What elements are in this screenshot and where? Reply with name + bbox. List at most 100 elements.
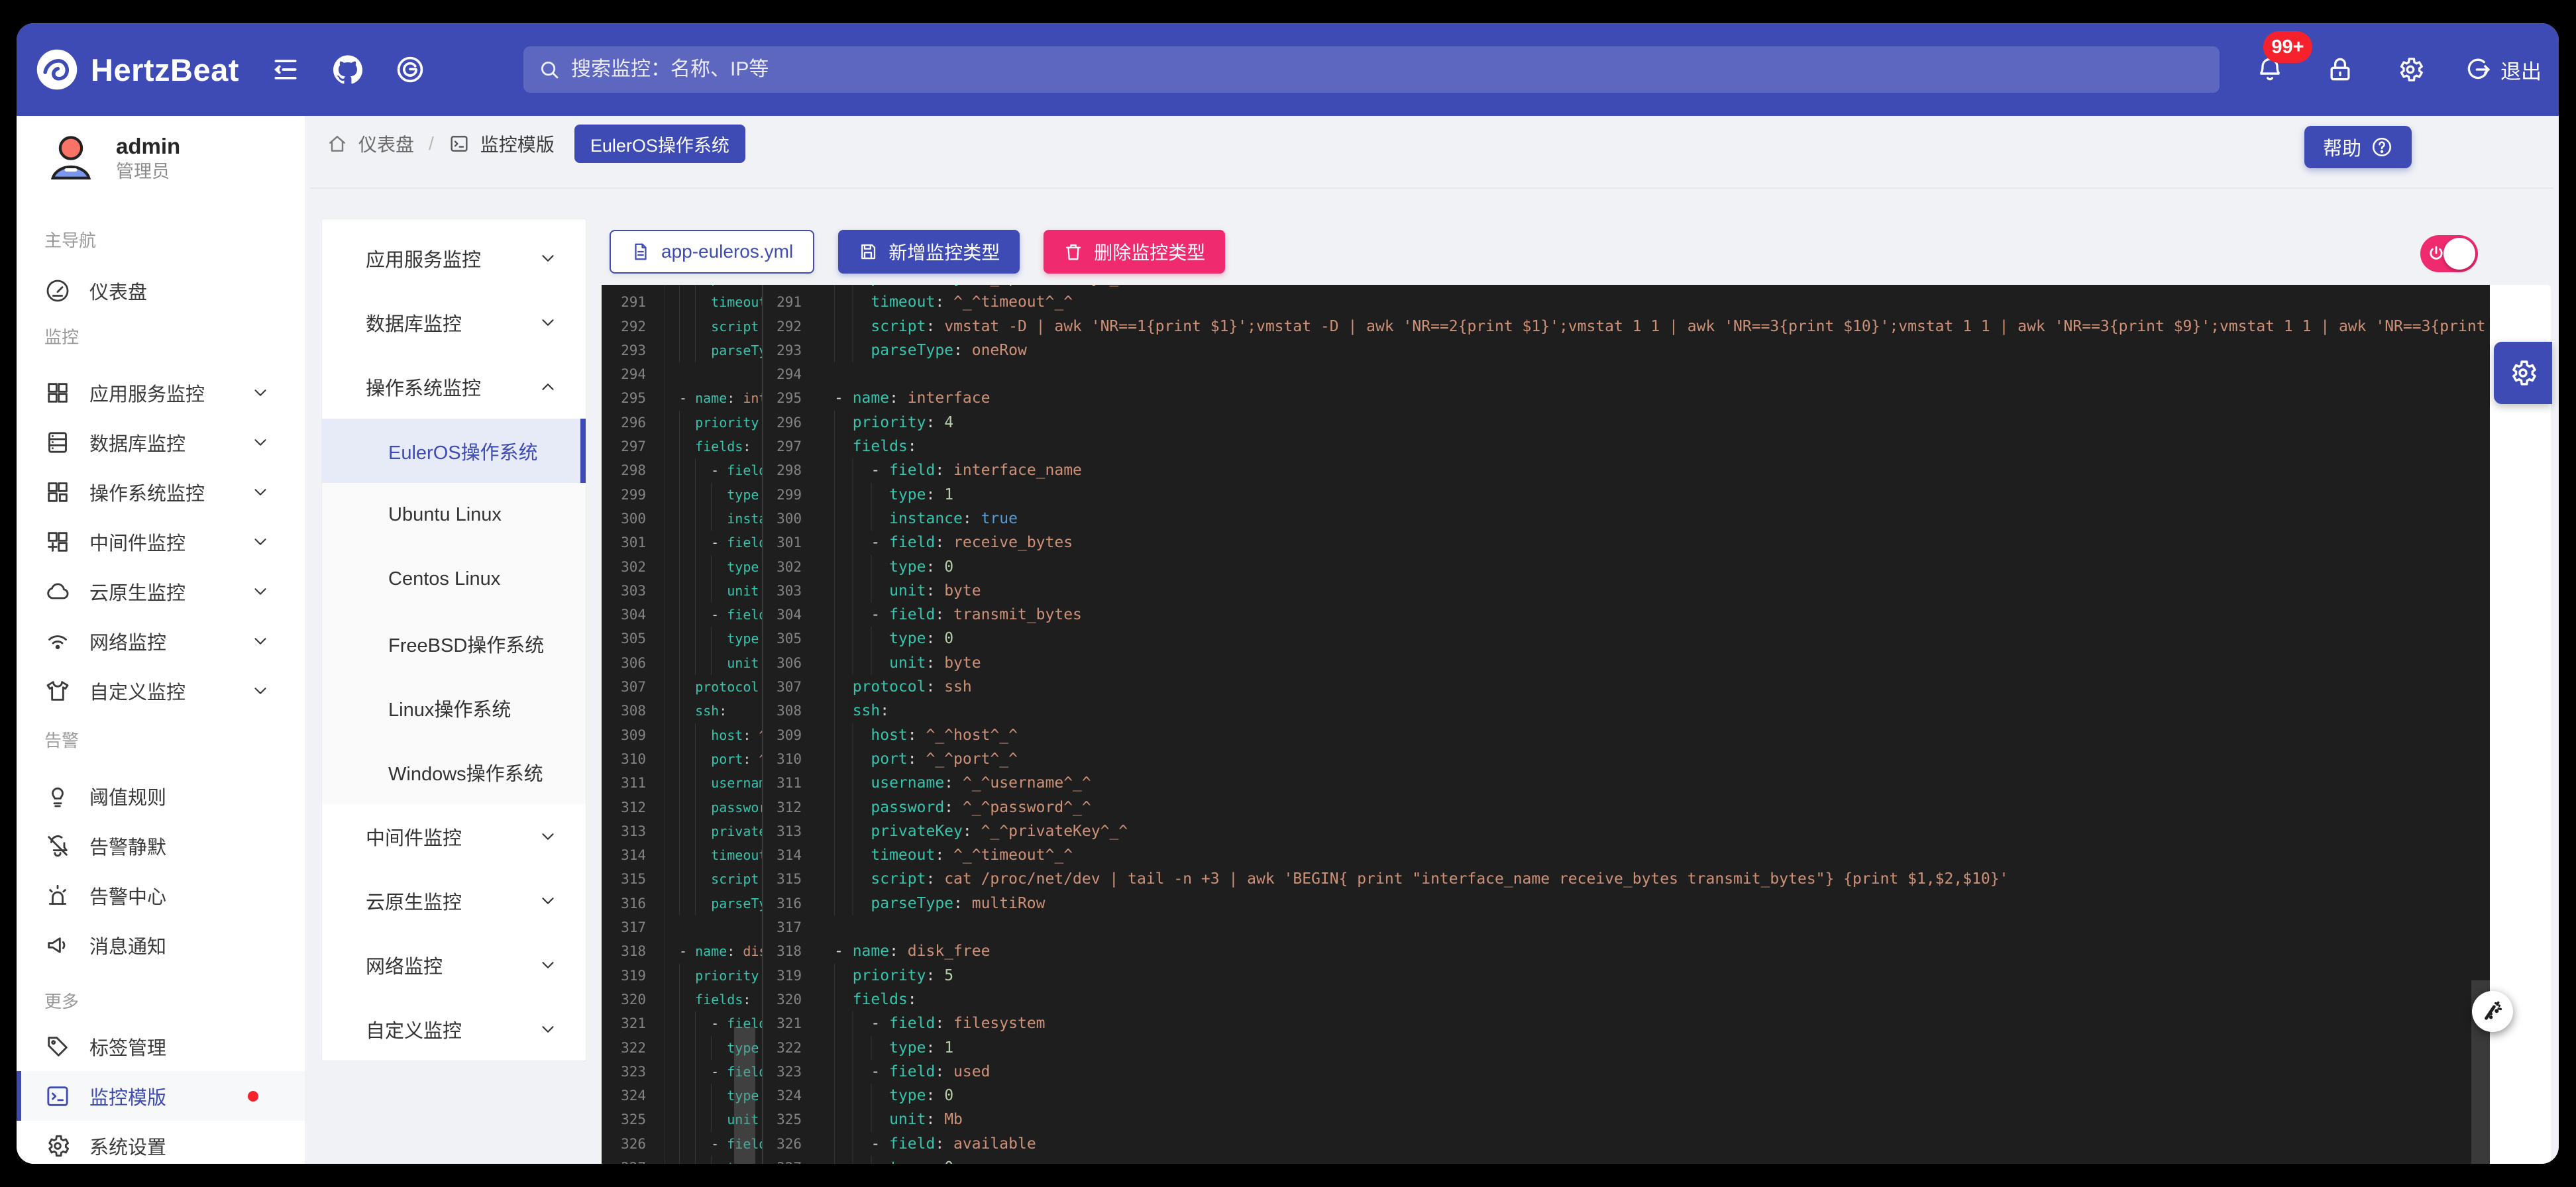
sidebar-item-数据库监控[interactable]: 数据库监控 — [17, 417, 305, 467]
code-line[interactable]: 327 type: 0327 type: 0 — [602, 1156, 2490, 1164]
gitee-icon[interactable] — [394, 54, 426, 85]
code-line[interactable]: 311 username: ^_^username^_^311 username… — [602, 771, 2490, 795]
tree-item-操作系统监控[interactable]: 操作系统监控 — [322, 354, 586, 419]
breadcrumb-home[interactable]: 仪表盘 — [358, 130, 414, 157]
code-line[interactable]: 314 timeout: ^_^timeout^_^314 timeout: ^… — [602, 843, 2490, 867]
delete-monitor-type-button[interactable]: 删除监控类型 — [1044, 230, 1225, 274]
code-line[interactable]: 319 priority: 5319 priority: 5 — [602, 964, 2490, 988]
sidebar-item-云原生监控[interactable]: 云原生监控 — [17, 566, 305, 616]
add-monitor-type-button[interactable]: 新增监控类型 — [838, 230, 1020, 274]
code-line[interactable]: 301 - field: receive_bytes301 - field: r… — [602, 531, 2490, 554]
right-line-number: 323 — [763, 1060, 818, 1084]
search-input[interactable] — [570, 58, 2205, 81]
code-line[interactable]: 312 password: ^_^password^_^312 password… — [602, 796, 2490, 819]
hertzbeat-logo[interactable]: HertzBeat — [35, 48, 239, 91]
yaml-diff-editor[interactable]: 290 privateKey: ^_^privateKey^_^290 priv… — [602, 285, 2490, 1164]
code-line[interactable]: 308 ssh:308 ssh: — [602, 699, 2490, 723]
code-line[interactable]: 323 - field: used323 - field: used — [602, 1060, 2490, 1084]
template-enable-toggle[interactable] — [2420, 235, 2478, 272]
sidebar-item-阈值规则[interactable]: 阈值规则 — [17, 771, 305, 821]
sidebar-item-告警静默[interactable]: 告警静默 — [17, 821, 305, 870]
tree-item-自定义监控[interactable]: 自定义监控 — [322, 997, 586, 1061]
tree-item-Windows操作系统[interactable]: Windows操作系统 — [322, 740, 586, 804]
sidebar-item-label: 监控模版 — [89, 1082, 166, 1110]
sidebar-item-系统设置[interactable]: 系统设置 — [17, 1121, 305, 1164]
editor-card: 290 privateKey: ^_^privateKey^_^290 priv… — [602, 285, 2551, 1164]
code-line[interactable]: 302 type: 0302 type: 0 — [602, 555, 2490, 579]
sidebar-item-仪表盘[interactable]: 仪表盘 — [17, 266, 305, 315]
right-line-number: 314 — [763, 843, 818, 867]
code-line[interactable]: 316 parseType: multiRow316 parseType: mu… — [602, 892, 2490, 915]
sidebar-item-告警中心[interactable]: 告警中心 — [17, 870, 305, 920]
code-line[interactable]: 326 - field: available326 - field: avail… — [602, 1132, 2490, 1156]
code-line[interactable]: 310 port: ^_^port^_^310 port: ^_^port^_^ — [602, 747, 2490, 771]
sidebar-item-监控模版[interactable]: 监控模版 — [17, 1071, 305, 1121]
code-line[interactable]: 324 type: 0324 type: 0 — [602, 1084, 2490, 1108]
original-pane-line — [665, 915, 763, 939]
code-line[interactable]: 315 script: cat /proc/net/dev | tail -n … — [602, 867, 2490, 891]
code-line[interactable]: 300 instance: true300 instance: true — [602, 507, 2490, 531]
code-line[interactable]: 320 fields:320 fields: — [602, 988, 2490, 1011]
logout-button[interactable]: 退出 — [2465, 55, 2542, 85]
code-line[interactable]: 309 host: ^_^host^_^309 host: ^_^host^_^ — [602, 723, 2490, 747]
notifications-button[interactable]: 99+ — [2254, 54, 2286, 85]
tree-item-FreeBSD操作系统[interactable]: FreeBSD操作系统 — [322, 611, 586, 676]
tree-item-数据库监控[interactable]: 数据库监控 — [322, 290, 586, 354]
sidebar-item-标签管理[interactable]: 标签管理 — [17, 1021, 305, 1071]
breadcrumb-section[interactable]: 监控模版 — [480, 130, 555, 157]
sidebar-item-label: 云原生监控 — [89, 578, 186, 605]
right-line-number: 312 — [763, 796, 818, 819]
code-line[interactable]: 318- name: disk_free318- name: disk_free — [602, 939, 2490, 963]
code-line[interactable]: 305 type: 0305 type: 0 — [602, 627, 2490, 650]
code-line[interactable]: 306 unit: byte306 unit: byte — [602, 651, 2490, 675]
code-line[interactable]: 299 type: 1299 type: 1 — [602, 483, 2490, 507]
sidebar-item-中间件监控[interactable]: 中间件监控 — [17, 517, 305, 566]
code-line[interactable]: 322 type: 1322 type: 1 — [602, 1036, 2490, 1060]
format-wand-button[interactable] — [2472, 991, 2513, 1032]
user-block[interactable]: admin 管理员 — [43, 128, 305, 189]
sidebar-item-消息通知[interactable]: 消息通知 — [17, 920, 305, 970]
code-line[interactable]: 293 parseType: oneRow293 parseType: oneR… — [602, 338, 2490, 362]
help-button[interactable]: 帮助 — [2304, 126, 2412, 168]
left-pane-scrollbar[interactable] — [734, 1027, 755, 1164]
tree-item-Ubuntu Linux[interactable]: Ubuntu Linux — [322, 483, 586, 547]
sidebar-item-网络监控[interactable]: 网络监控 — [17, 616, 305, 666]
code-line[interactable]: 292 script: vmstat -D | awk 'NR==1{print… — [602, 315, 2490, 338]
yml-file-button[interactable]: app-euleros.yml — [610, 230, 814, 274]
left-line-number: 309 — [602, 723, 665, 747]
settings-gear-icon[interactable] — [2394, 54, 2426, 85]
code-line[interactable]: 294294 — [602, 362, 2490, 386]
tree-item-应用服务监控[interactable]: 应用服务监控 — [322, 226, 586, 290]
code-line[interactable]: 297 fields:297 fields: — [602, 435, 2490, 458]
sidebar-item-label: 系统设置 — [89, 1132, 166, 1160]
menu-fold-icon[interactable] — [270, 54, 301, 85]
code-line[interactable]: 325 unit: Mb325 unit: Mb — [602, 1108, 2490, 1131]
code-line[interactable]: 307 protocol: ssh307 protocol: ssh — [602, 675, 2490, 699]
code-line[interactable]: 295- name: interface295- name: interface — [602, 386, 2490, 410]
left-line-number: 310 — [602, 747, 665, 771]
theme-setting-flyout-button[interactable] — [2494, 342, 2552, 404]
sidebar-item-应用服务监控[interactable]: 应用服务监控 — [17, 368, 305, 417]
code-line[interactable]: 290 privateKey: ^_^privateKey^_^290 priv… — [602, 285, 2490, 290]
github-icon[interactable] — [332, 54, 364, 85]
tree-item-EulerOS操作系统[interactable]: EulerOS操作系统 — [322, 419, 586, 483]
lock-icon[interactable] — [2324, 54, 2356, 85]
code-line[interactable]: 313 privateKey: ^_^privateKey^_^313 priv… — [602, 819, 2490, 843]
tree-item-Centos Linux[interactable]: Centos Linux — [322, 547, 586, 611]
left-line-number: 294 — [602, 362, 665, 386]
code-line[interactable]: 291 timeout: ^_^timeout^_^291 timeout: ^… — [602, 290, 2490, 314]
tree-item-Linux操作系统[interactable]: Linux操作系统 — [322, 676, 586, 740]
code-line[interactable]: 296 priority: 4296 priority: 4 — [602, 411, 2490, 435]
code-line[interactable]: 304 - field: transmit_bytes304 - field: … — [602, 603, 2490, 627]
tree-item-网络监控[interactable]: 网络监控 — [322, 933, 586, 997]
code-line[interactable]: 298 - field: interface_name298 - field: … — [602, 458, 2490, 482]
tree-item-云原生监控[interactable]: 云原生监控 — [322, 868, 586, 933]
sidebar-item-自定义监控[interactable]: 自定义监控 — [17, 666, 305, 715]
sidebar-item-操作系统监控[interactable]: 操作系统监控 — [17, 467, 305, 517]
code-line[interactable]: 321 - field: filesystem321 - field: file… — [602, 1011, 2490, 1035]
tree-item-中间件监控[interactable]: 中间件监控 — [322, 804, 586, 868]
code-line[interactable]: 317317 — [602, 915, 2490, 939]
diff-editor-sash[interactable] — [762, 285, 763, 1164]
code-line[interactable]: 303 unit: byte303 unit: byte — [602, 579, 2490, 603]
code-line-text: - field: available — [834, 1132, 2490, 1156]
